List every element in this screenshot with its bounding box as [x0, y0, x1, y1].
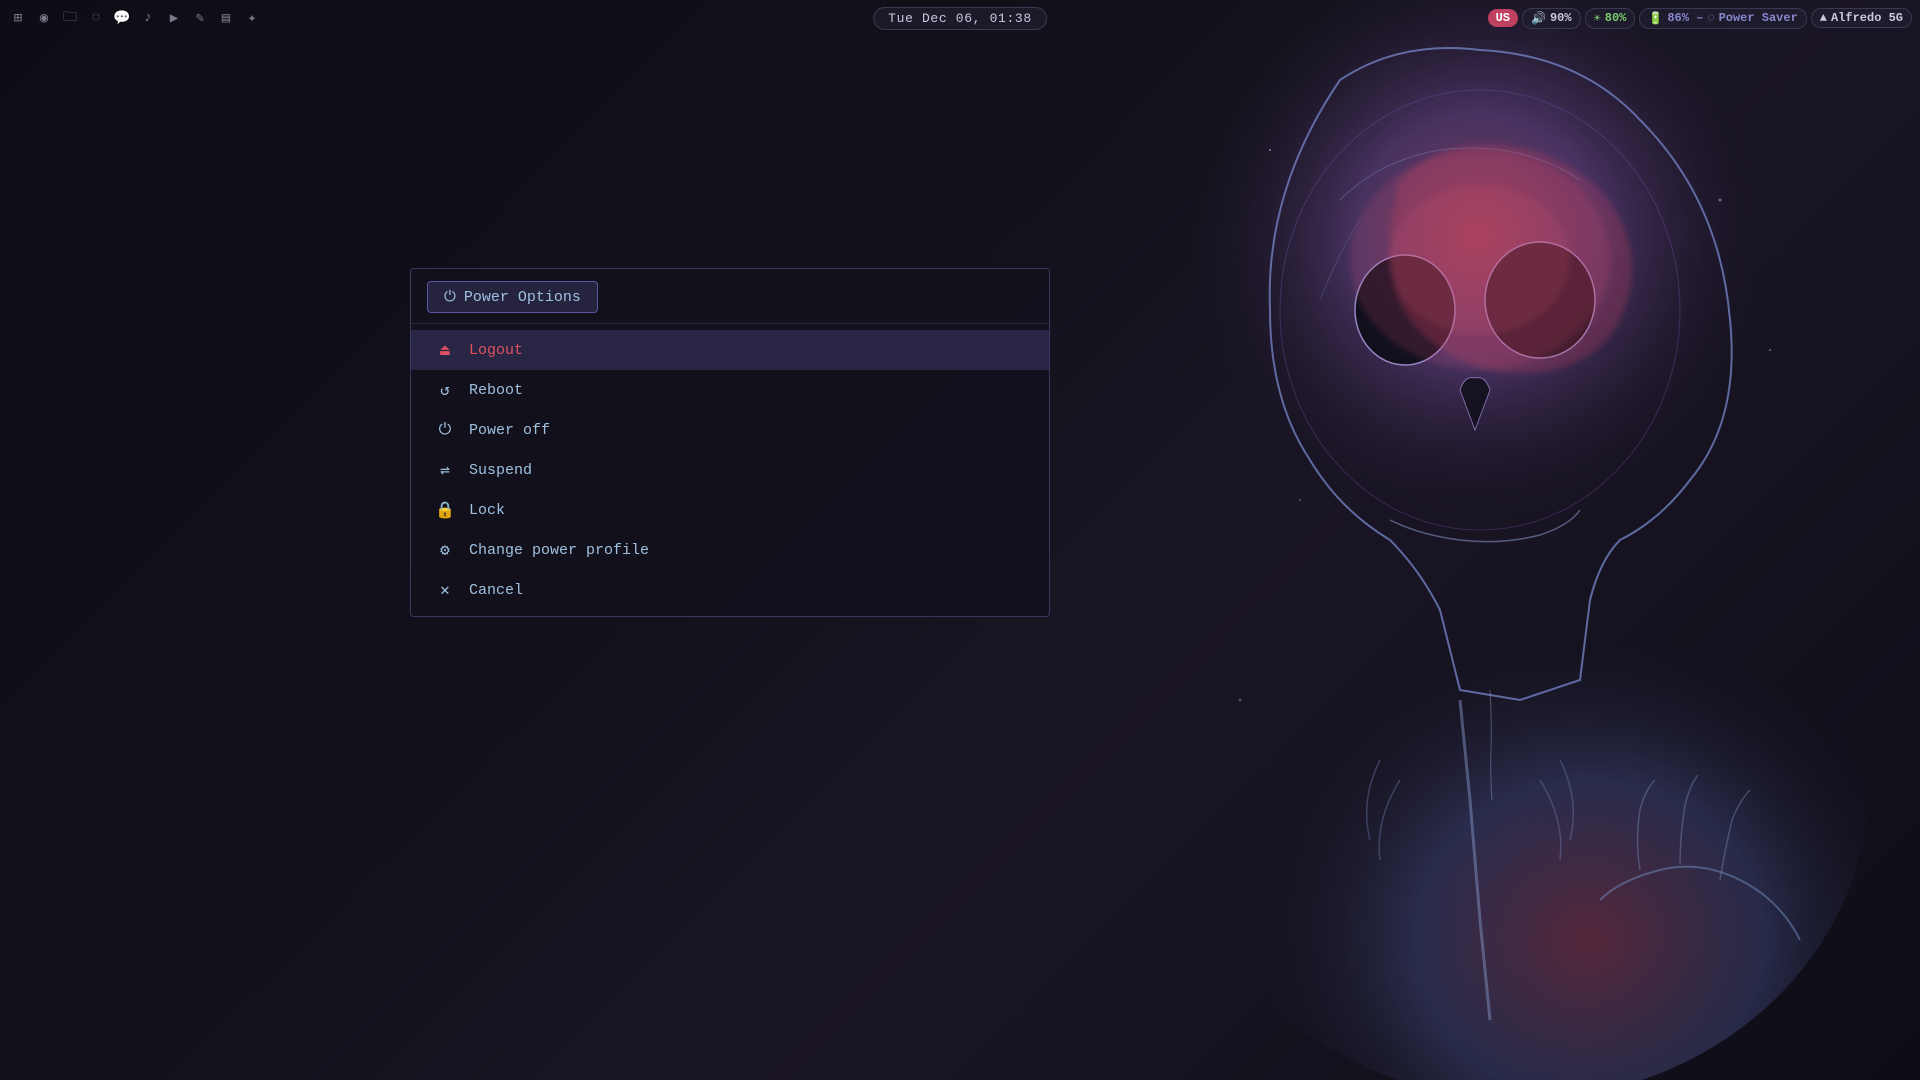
volume-badge[interactable]: 🔊 90% [1522, 8, 1581, 29]
cancel-item[interactable]: ✕ Cancel [411, 570, 1049, 610]
battery-icon: 🔋 [1648, 11, 1663, 26]
edit-icon[interactable]: ✎ [190, 8, 210, 28]
reboot-icon: ↺ [435, 380, 455, 400]
browser-icon[interactable]: ◉ [34, 8, 54, 28]
power-menu: ⏏ Logout ↺ Reboot ⏻ Power off ⇌ Suspend … [411, 324, 1049, 616]
clock-area: Tue Dec 06, 01:38 [873, 7, 1047, 30]
lock-icon: 🔒 [435, 500, 455, 520]
files-icon[interactable]: 🗀 [60, 8, 80, 28]
brightness-icon: ☀ [1594, 11, 1601, 26]
language-badge[interactable]: US [1488, 9, 1518, 27]
cancel-icon: ✕ [435, 580, 455, 600]
power-dialog-header: ⏻ Power Options [411, 269, 1049, 324]
poweroff-item[interactable]: ⏻ Power off [411, 410, 1049, 450]
gear-icon: ⚙ [435, 540, 455, 560]
speaker-icon: 🔊 [1531, 11, 1546, 26]
notes-icon[interactable]: ▤ [216, 8, 236, 28]
power-saver-icon: ◌ [1707, 11, 1714, 25]
power-options-title[interactable]: ⏻ Power Options [427, 281, 598, 313]
music-icon[interactable]: ♪ [138, 8, 158, 28]
power-title-icon: ⏻ [444, 288, 456, 306]
lock-item[interactable]: 🔒 Lock [411, 490, 1049, 530]
suspend-icon: ⇌ [435, 460, 455, 480]
battery-badge[interactable]: 🔋 86% – ◌ Power Saver [1639, 8, 1806, 29]
brightness-badge[interactable]: ☀ 80% [1585, 8, 1636, 29]
grid-icon[interactable]: ⊞ [8, 8, 28, 28]
wifi-icon: ▲ [1820, 11, 1827, 25]
topbar: ⊞ ◉ 🗀 ◌ 💬 ♪ ▶ ✎ ▤ ✦ Tue Dec 06, 01:38 US… [0, 0, 1920, 36]
poweroff-icon: ⏻ [435, 420, 455, 440]
reboot-item[interactable]: ↺ Reboot [411, 370, 1049, 410]
topbar-app-icons: ⊞ ◉ 🗀 ◌ 💬 ♪ ▶ ✎ ▤ ✦ [8, 8, 262, 28]
logout-item[interactable]: ⏏ Logout [411, 330, 1049, 370]
video-icon[interactable]: ▶ [164, 8, 184, 28]
logout-icon: ⏏ [435, 340, 455, 360]
system-tray: US 🔊 90% ☀ 80% 🔋 86% – ◌ Power Saver ▲ A… [1488, 8, 1912, 29]
power-dialog: ⏻ Power Options ⏏ Logout ↺ Reboot ⏻ Powe… [410, 268, 1050, 617]
wifi-badge[interactable]: ▲ Alfredo 5G [1811, 8, 1912, 28]
xfce-settings-icon[interactable]: ✦ [242, 8, 262, 28]
chat-icon[interactable]: 💬 [112, 8, 132, 28]
change-power-profile-item[interactable]: ⚙ Change power profile [411, 530, 1049, 570]
suspend-item[interactable]: ⇌ Suspend [411, 450, 1049, 490]
clock: Tue Dec 06, 01:38 [873, 7, 1047, 30]
firefox-icon[interactable]: ◌ [86, 8, 106, 28]
